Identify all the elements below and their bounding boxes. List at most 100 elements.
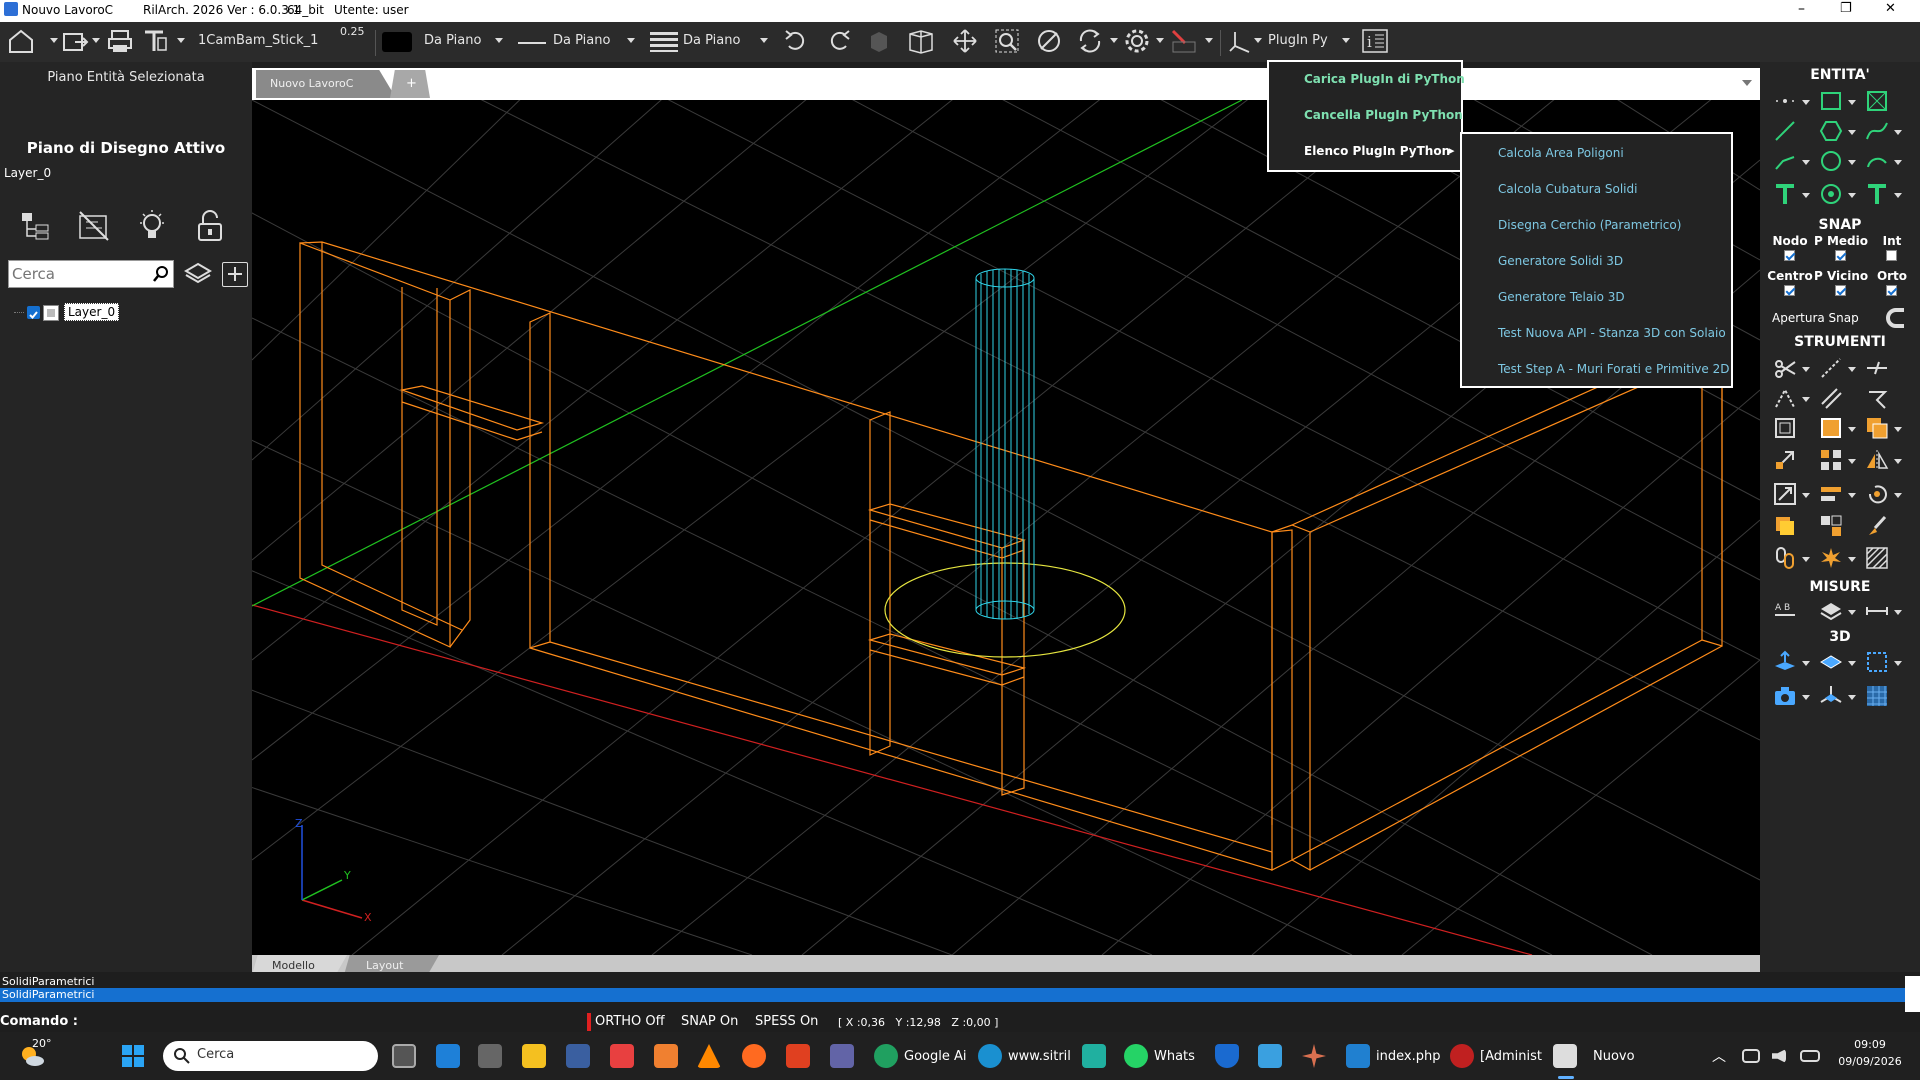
- task-view-icon[interactable]: [392, 1042, 422, 1070]
- chevron-down-icon[interactable]: [760, 38, 768, 43]
- shield-icon[interactable]: [1215, 1042, 1245, 1070]
- chevron-down-icon[interactable]: [495, 38, 503, 43]
- plugin-item-solidi-3d[interactable]: Generatore Solidi 3D: [1462, 254, 1731, 268]
- chevron-down-icon[interactable]: [1848, 100, 1856, 105]
- border-icon[interactable]: [1770, 414, 1800, 442]
- cross-rectangle-icon[interactable]: [1862, 87, 1892, 115]
- layer-color-icon[interactable]: [43, 305, 59, 321]
- snap-int-checkbox[interactable]: [1886, 250, 1897, 261]
- dimension-icon[interactable]: A B: [1770, 597, 1800, 625]
- snap-pmedio-checkbox[interactable]: [1835, 250, 1846, 261]
- network-icon[interactable]: [1742, 1042, 1766, 1070]
- grid-3d-icon[interactable]: [1862, 648, 1892, 676]
- point-icon[interactable]: [1770, 87, 1800, 115]
- chevron-down-icon[interactable]: [1802, 557, 1810, 562]
- calculator-icon[interactable]: [566, 1042, 596, 1070]
- chevron-down-icon[interactable]: [1894, 427, 1902, 432]
- scissors-icon[interactable]: [1770, 354, 1800, 382]
- snap-nodo-checkbox[interactable]: [1784, 250, 1795, 261]
- lightbulb-icon[interactable]: [134, 208, 170, 244]
- firefox-icon[interactable]: [742, 1042, 772, 1070]
- info-icon[interactable]: i: [1360, 26, 1390, 56]
- zoom-extents-icon[interactable]: [1034, 26, 1064, 56]
- new-document-icon[interactable]: [6, 26, 36, 56]
- target-icon[interactable]: [1816, 180, 1846, 208]
- distance-icon[interactable]: [1862, 597, 1892, 625]
- circle-icon[interactable]: [1816, 147, 1846, 175]
- link-icon[interactable]: [1770, 544, 1800, 572]
- command-scrollbar[interactable]: [1905, 976, 1920, 1012]
- linetype-dropdown[interactable]: Da Piano: [553, 33, 610, 48]
- chevron-down-icon[interactable]: [1110, 38, 1118, 43]
- extrude-icon[interactable]: [1770, 648, 1800, 676]
- add-tab-button[interactable]: +: [390, 70, 430, 98]
- chevron-down-icon[interactable]: [50, 38, 58, 43]
- snap-orto-checkbox[interactable]: [1886, 285, 1897, 296]
- chevron-down-icon[interactable]: [627, 38, 635, 43]
- app-color-icon[interactable]: [610, 1042, 640, 1070]
- teams-icon[interactable]: [830, 1042, 860, 1070]
- undo-icon[interactable]: [781, 26, 811, 56]
- layer-off-icon[interactable]: [76, 208, 112, 244]
- color-dropdown[interactable]: Da Piano: [424, 33, 481, 48]
- apertura-snap-button[interactable]: Apertura Snap: [1768, 306, 1914, 330]
- layer-visible-checkbox[interactable]: [27, 306, 40, 319]
- layer-measure-icon[interactable]: [1816, 597, 1846, 625]
- battery-icon[interactable]: [1800, 1042, 1826, 1070]
- chevron-down-icon[interactable]: [1848, 695, 1856, 700]
- plugin-item-muri-forati[interactable]: Test Step A - Muri Forati e Primitive 2D: [1462, 362, 1731, 376]
- search-box[interactable]: [8, 260, 174, 288]
- file-explorer-icon[interactable]: [522, 1042, 552, 1070]
- volume-icon[interactable]: [1772, 1042, 1792, 1070]
- resize-icon[interactable]: [1770, 480, 1800, 508]
- mtext-icon[interactable]: [1862, 180, 1892, 208]
- chevron-down-icon[interactable]: [1802, 397, 1810, 402]
- tabs-dropdown-icon[interactable]: [1742, 80, 1752, 86]
- taskbar-app-rad[interactable]: [Administ: [1450, 1042, 1542, 1070]
- plugin-item-stanza-3d[interactable]: Test Nuova API - Stanza 3D con Solaio: [1462, 326, 1731, 340]
- line-width-value[interactable]: 0.25: [340, 25, 365, 38]
- fill-block-icon[interactable]: [1816, 414, 1846, 442]
- chevron-down-icon[interactable]: [1848, 367, 1856, 372]
- clock-date[interactable]: 09/09/2026: [1830, 1055, 1910, 1068]
- command-input[interactable]: [76, 1014, 576, 1030]
- chevron-down-icon[interactable]: [1802, 695, 1810, 700]
- taskbar-app-google-ai[interactable]: Google Ai: [874, 1042, 966, 1070]
- break-icon[interactable]: [1862, 354, 1892, 382]
- lineweight-dropdown[interactable]: Da Piano: [683, 33, 740, 48]
- taskbar-search[interactable]: Cerca: [163, 1041, 378, 1071]
- taskbar-app-whatsapp[interactable]: Whats: [1124, 1042, 1195, 1070]
- chevron-down-icon[interactable]: [92, 38, 100, 43]
- taskbar-app-vscode[interactable]: index.php: [1346, 1042, 1440, 1070]
- menu-item-delete-plugin[interactable]: Cancella PlugIn PyThon: [1269, 108, 1463, 134]
- chevron-down-icon[interactable]: [1342, 38, 1350, 43]
- chevron-down-icon[interactable]: [1802, 193, 1810, 198]
- plane-icon[interactable]: [1816, 648, 1846, 676]
- current-layer-label[interactable]: 1CamBam_Stick_1: [198, 33, 318, 48]
- ucs-icon[interactable]: [1225, 26, 1255, 56]
- text-icon[interactable]: [1770, 180, 1800, 208]
- chevron-down-icon[interactable]: [1894, 130, 1902, 135]
- app-teal-icon[interactable]: [1082, 1042, 1112, 1070]
- chevron-down-icon[interactable]: [1894, 661, 1902, 666]
- align-icon[interactable]: [1816, 480, 1846, 508]
- chevron-down-icon[interactable]: [1848, 130, 1856, 135]
- vlc-icon[interactable]: [697, 1042, 727, 1070]
- menu-item-load-plugin[interactable]: Carica PlugIn di PyThon: [1269, 72, 1465, 98]
- layer-tree-icon[interactable]: [18, 208, 54, 244]
- rectangle-icon[interactable]: [1816, 87, 1846, 115]
- chevron-down-icon[interactable]: [1894, 160, 1902, 165]
- chevron-down-icon[interactable]: [1894, 459, 1902, 464]
- minimize-button[interactable]: –: [1798, 1, 1805, 17]
- add-layer-icon[interactable]: [222, 262, 248, 287]
- chevron-down-icon[interactable]: [1894, 193, 1902, 198]
- rotate-icon[interactable]: [1862, 480, 1892, 508]
- menu-item-plugin-list[interactable]: Elenco PlugIn PyThon: [1269, 144, 1461, 170]
- move-block-icon[interactable]: [1770, 512, 1800, 540]
- scale-icon[interactable]: [1770, 446, 1800, 474]
- chevron-down-icon[interactable]: [1848, 557, 1856, 562]
- chevron-down-icon[interactable]: [1848, 493, 1856, 498]
- measure-tool-icon[interactable]: [1168, 26, 1198, 56]
- app-s-icon[interactable]: [478, 1042, 508, 1070]
- widgets-icon[interactable]: [436, 1042, 466, 1070]
